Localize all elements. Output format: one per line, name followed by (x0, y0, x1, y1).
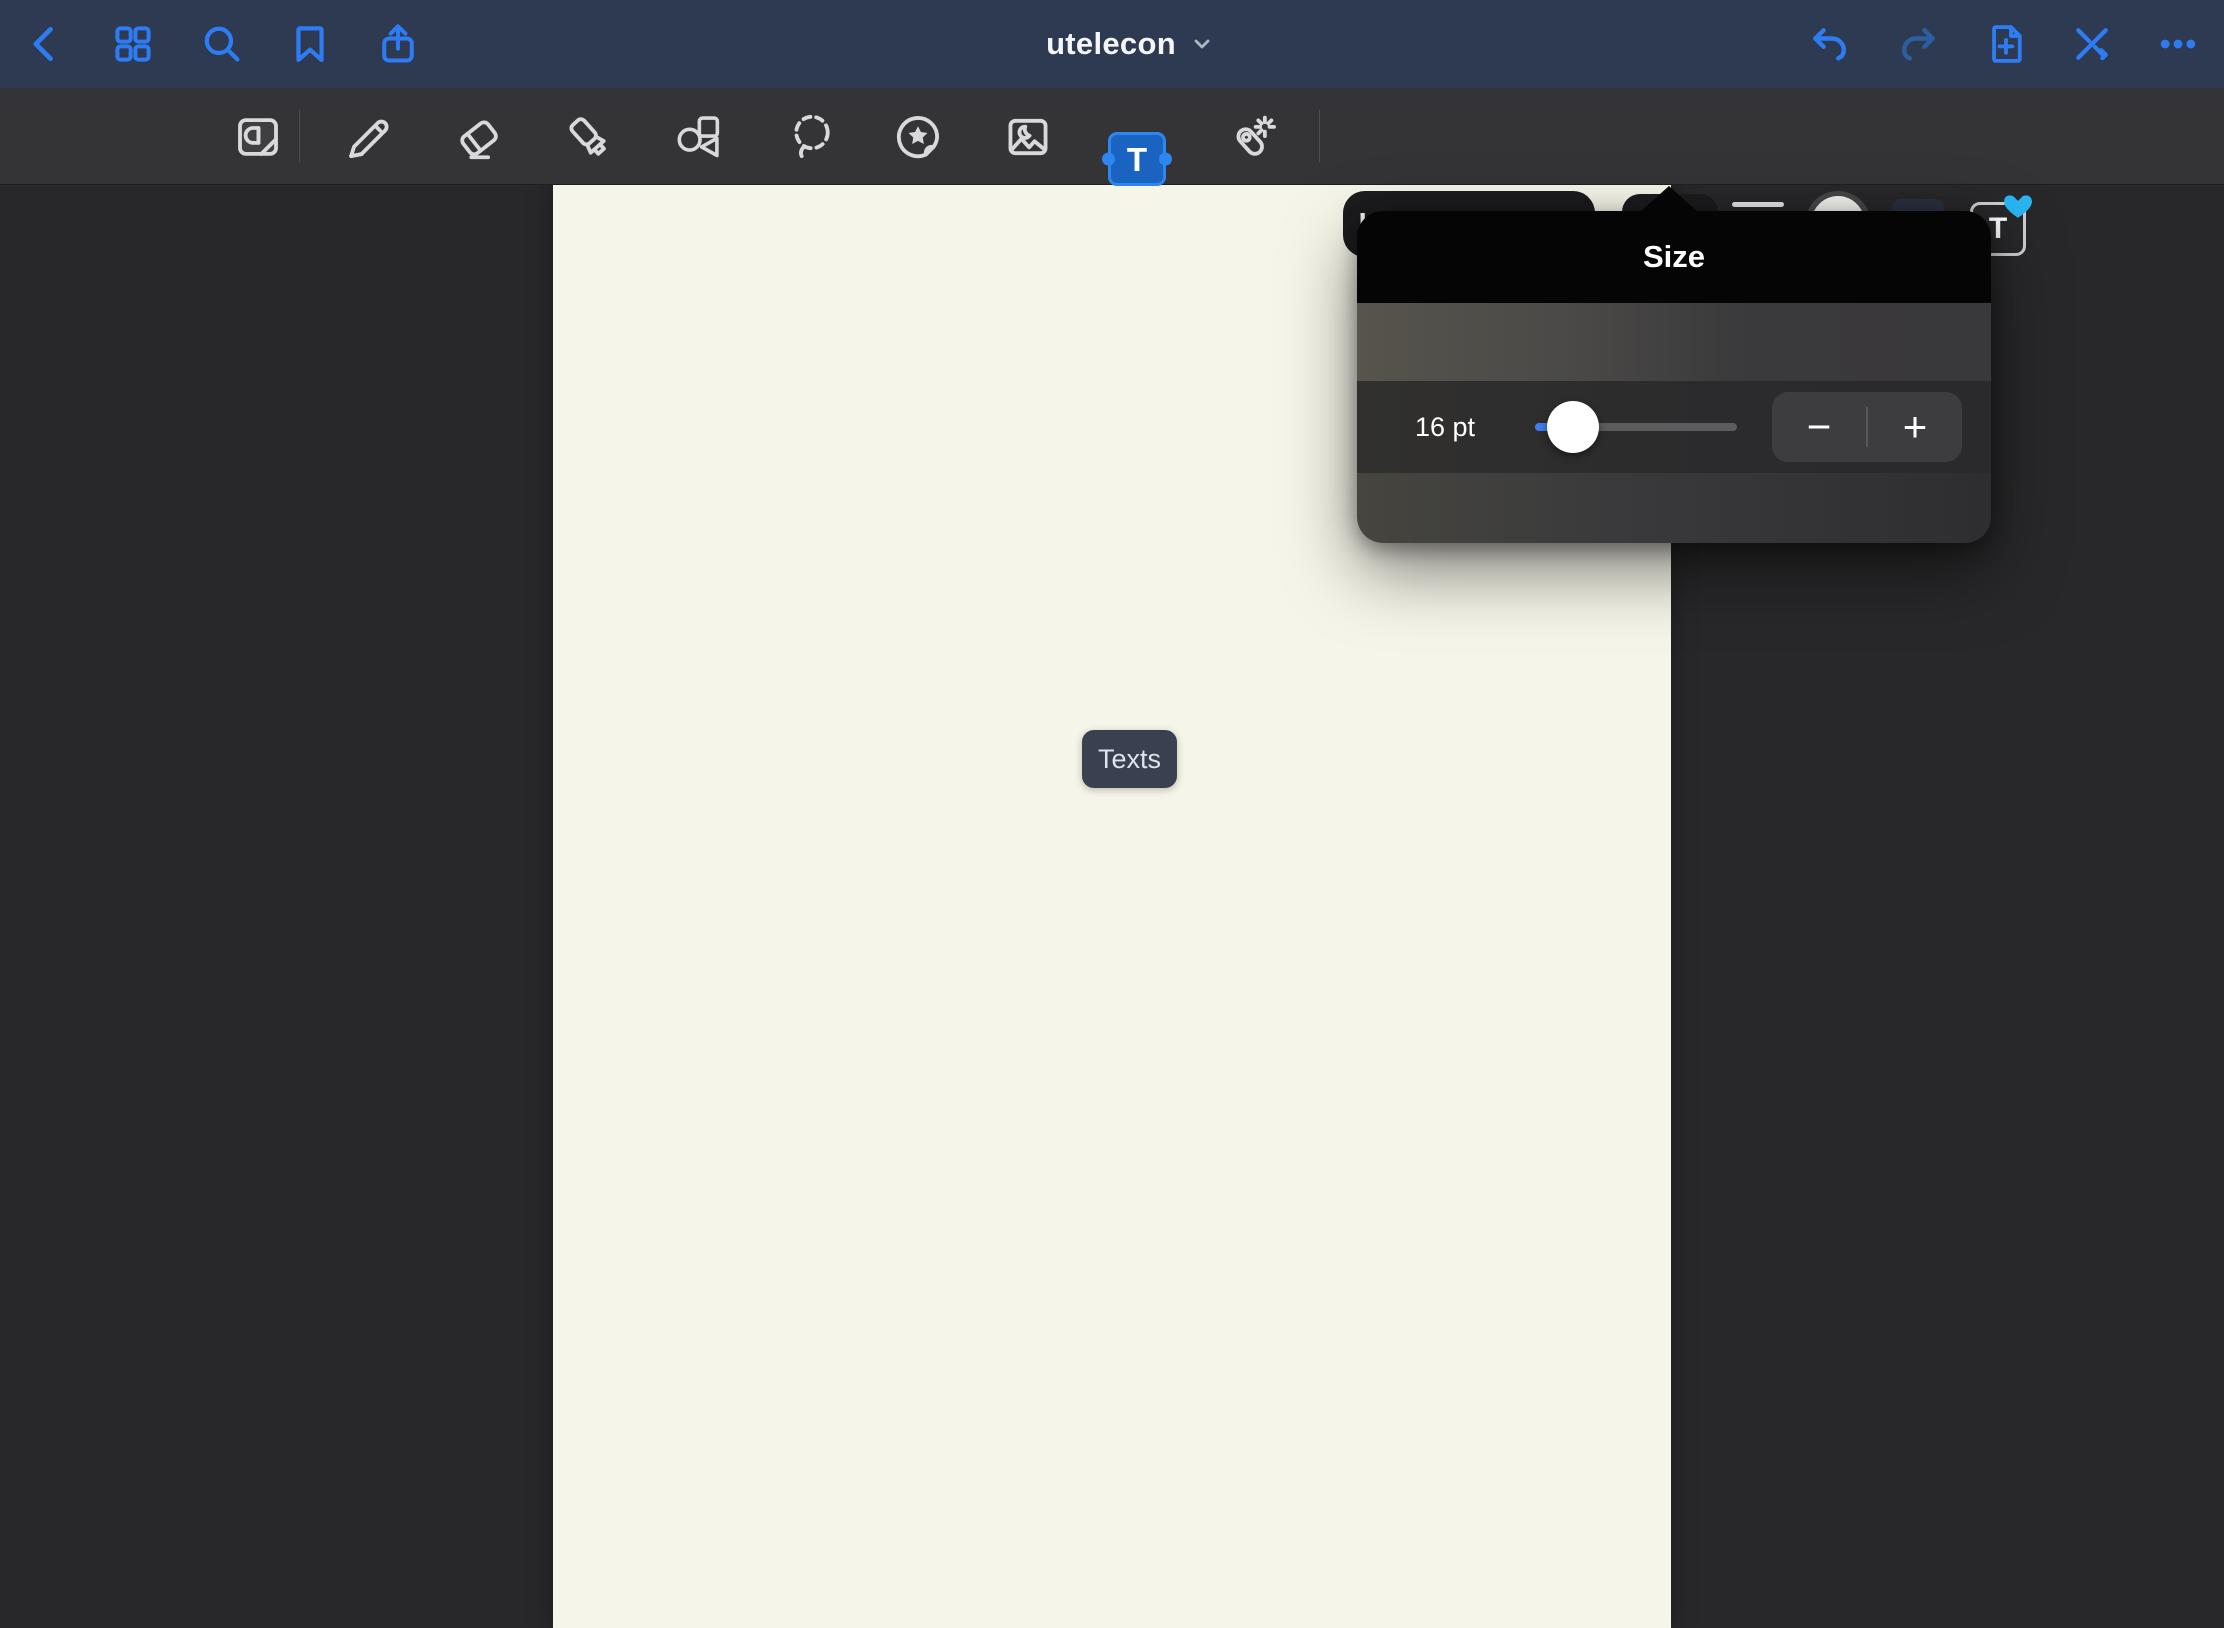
popover-spacer-bottom (1357, 473, 1991, 543)
elements-sticker-icon (891, 110, 945, 164)
text-tool-glyph: T (1127, 143, 1147, 176)
top-navigation-bar: utelecon (0, 0, 2224, 88)
size-slider-thumb[interactable] (1547, 401, 1599, 453)
grid-view-icon (111, 22, 155, 66)
texts-tooltip: Texts (1082, 730, 1177, 788)
selection-handle-left (1102, 153, 1115, 166)
selection-handle-right (1159, 153, 1172, 166)
pen-tool-button[interactable] (330, 88, 406, 185)
pen-icon (341, 110, 395, 164)
size-popover: Size 16 pt − + (1357, 211, 1991, 543)
pen-mode-toggle-button[interactable] (2059, 0, 2125, 88)
pen-mode-toggle-icon (2070, 22, 2114, 66)
redo-button[interactable] (1885, 0, 1951, 88)
increase-size-button[interactable]: + (1868, 392, 1962, 462)
back-icon (23, 22, 67, 66)
add-page-icon (1984, 22, 2028, 66)
share-icon (376, 22, 420, 66)
chevron-down-icon (1190, 32, 1214, 56)
zoom-window-tool-button[interactable] (220, 88, 296, 185)
zoom-window-icon (231, 110, 285, 164)
lasso-tool-button[interactable] (774, 88, 850, 185)
more-icon (2156, 22, 2200, 66)
highlighter-tool-button[interactable] (550, 88, 626, 185)
popover-spacer-top (1357, 303, 1991, 381)
size-stepper: − + (1772, 392, 1962, 462)
document-title-group[interactable]: utelecon (1010, 0, 1250, 88)
elements-tool-button[interactable] (880, 88, 956, 185)
more-button[interactable] (2145, 0, 2211, 88)
shapes-icon (671, 110, 725, 164)
heart-icon (2000, 188, 2036, 222)
image-icon (1001, 110, 1055, 164)
highlighter-icon (561, 110, 615, 164)
undo-button[interactable] (1797, 0, 1863, 88)
thumbnails-button[interactable] (100, 0, 166, 88)
toolbar-divider (299, 110, 300, 162)
size-slider[interactable] (1535, 423, 1737, 431)
back-button[interactable] (12, 0, 78, 88)
page-title: utelecon (1046, 26, 1176, 62)
popover-header: Size (1357, 211, 1991, 303)
undo-icon (1808, 22, 1852, 66)
add-page-button[interactable] (1973, 0, 2039, 88)
share-button[interactable] (365, 0, 431, 88)
tooltip-label: Texts (1098, 744, 1161, 775)
shapes-tool-button[interactable] (660, 88, 736, 185)
eraser-icon (451, 110, 505, 164)
bookmark-icon (288, 22, 332, 66)
laser-pointer-tool-button[interactable] (1212, 88, 1288, 185)
laser-pointer-icon (1223, 110, 1277, 164)
search-icon (200, 22, 244, 66)
size-value-label: 16 pt (1415, 381, 1475, 473)
eraser-tool-button[interactable] (440, 88, 516, 185)
popover-title: Size (1643, 239, 1705, 275)
decrease-size-button[interactable]: − (1772, 392, 1866, 462)
toolbar-divider (1319, 110, 1320, 162)
image-tool-button[interactable] (990, 88, 1066, 185)
lasso-icon (785, 110, 839, 164)
bookmark-button[interactable] (277, 0, 343, 88)
text-tool-button-active[interactable]: T (1108, 132, 1166, 186)
tool-bar: T HiraginoSans-... 16 T (0, 88, 2224, 185)
popover-arrow (1640, 186, 1698, 212)
search-button[interactable] (189, 0, 255, 88)
redo-icon (1896, 22, 1940, 66)
size-slider-row: 16 pt − + (1357, 381, 1991, 473)
